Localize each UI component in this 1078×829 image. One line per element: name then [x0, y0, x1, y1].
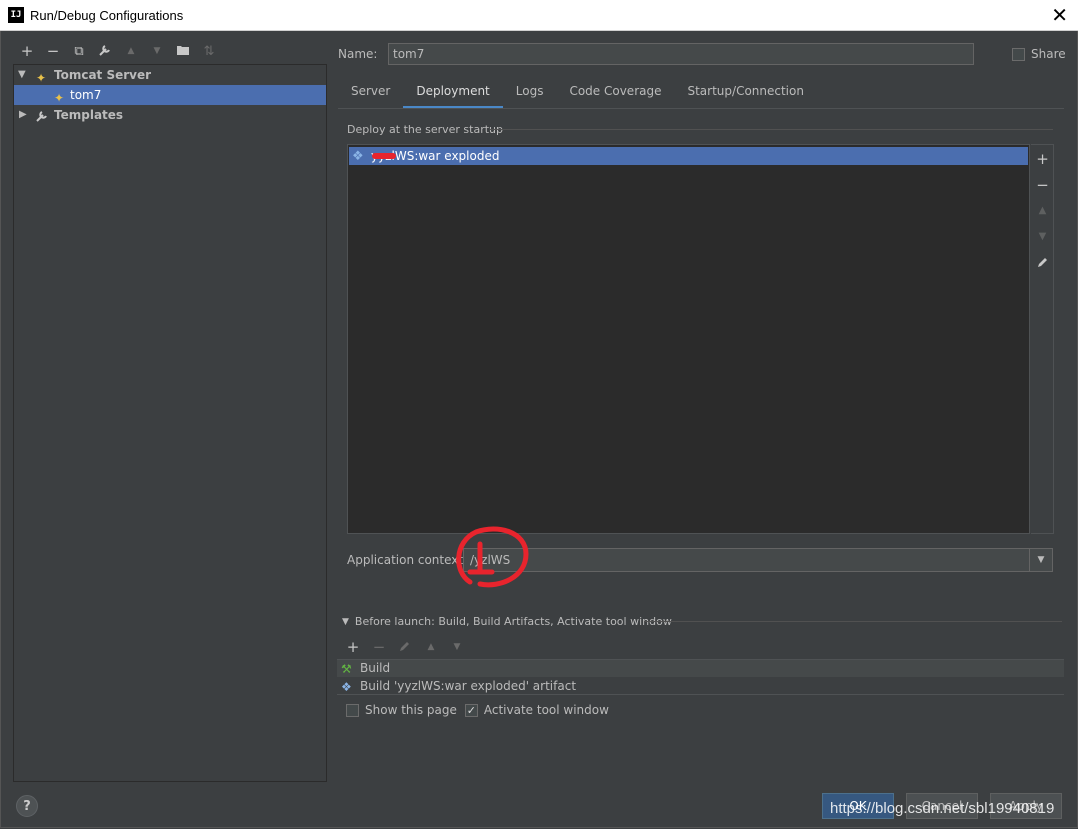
pencil-icon: [1037, 254, 1049, 272]
tab-server[interactable]: Server: [338, 78, 403, 106]
tree-item-tomcat-server[interactable]: ▼ ✦ Tomcat Server: [14, 65, 326, 85]
remove-artifact-button[interactable]: −: [1031, 174, 1054, 196]
chevron-down-icon: ▼: [342, 616, 349, 627]
config-toolbar: + − ⧉ ▲ ▼ ⇅: [14, 40, 222, 62]
name-input[interactable]: [388, 43, 974, 65]
sort-icon: ⇅: [203, 43, 215, 59]
before-launch-list[interactable]: ⚒ Build ❖ Build 'yyzlWS:war exploded' ar…: [337, 659, 1064, 695]
chevron-down-icon[interactable]: ▼: [1029, 549, 1052, 571]
copy-config-button[interactable]: ⧉: [66, 40, 92, 62]
artifact-icon: ❖: [352, 149, 364, 164]
config-tree: ▼ ✦ Tomcat Server ✦ tom7 ▶ Templates: [13, 64, 327, 782]
section-title: Deploy at the server startup: [347, 123, 504, 136]
minus-icon: −: [372, 638, 386, 656]
section-divider: [490, 129, 1053, 130]
minus-icon: −: [1036, 176, 1049, 194]
move-down-button[interactable]: ▼: [144, 40, 170, 62]
before-launch-header[interactable]: ▼ Before launch: Build, Build Artifacts,…: [342, 615, 672, 628]
show-this-page-checkbox[interactable]: [346, 703, 359, 717]
help-button[interactable]: ?: [16, 795, 38, 817]
add-task-button[interactable]: +: [340, 636, 366, 658]
app-context-combobox[interactable]: /yzlWS ▼: [463, 548, 1053, 572]
activate-tool-window-checkbox[interactable]: ✓: [464, 703, 478, 717]
add-config-button[interactable]: +: [14, 40, 40, 62]
wrench-icon: [98, 42, 112, 60]
tab-deployment[interactable]: Deployment: [403, 78, 503, 109]
tab-logs[interactable]: Logs: [503, 78, 557, 106]
list-item[interactable]: ❖ yyzlWS:war exploded: [349, 147, 1028, 165]
before-launch-title: Before launch: Build, Build Artifacts, A…: [354, 615, 672, 628]
apply-button[interactable]: Apply: [990, 793, 1062, 819]
wrench-icon: [36, 108, 49, 128]
hammer-icon: ⚒: [341, 662, 352, 676]
arrow-down-icon: ▼: [1038, 231, 1047, 242]
tree-item-label: Templates: [54, 108, 124, 122]
move-up-button[interactable]: ▲: [418, 636, 444, 658]
remove-config-button[interactable]: −: [40, 40, 66, 62]
title-bar: IJ Run/Debug Configurations ✕: [0, 0, 1078, 31]
pencil-icon: [399, 638, 411, 656]
arrow-down-icon: ▼: [453, 642, 461, 652]
close-icon[interactable]: ✕: [1051, 3, 1068, 27]
before-launch-toolbar: + − ▲ ▼: [340, 636, 470, 658]
list-item-label: Build: [360, 661, 391, 675]
deployment-toolbar: + − ▲ ▼: [1031, 144, 1054, 534]
sort-button[interactable]: ⇅: [196, 40, 222, 62]
tab-startup-connection[interactable]: Startup/Connection: [674, 78, 816, 106]
new-folder-button[interactable]: [170, 40, 196, 62]
copy-icon: ⧉: [74, 43, 84, 59]
move-down-button[interactable]: ▼: [1031, 226, 1054, 248]
plus-icon: +: [20, 42, 34, 60]
tree-item-tom7[interactable]: ✦ tom7: [14, 85, 326, 105]
activate-tool-window-label: Activate tool window: [483, 703, 609, 717]
deployment-list[interactable]: ❖ yyzlWS:war exploded: [347, 144, 1030, 534]
tree-item-templates[interactable]: ▶ Templates: [14, 105, 326, 125]
tab-code-coverage[interactable]: Code Coverage: [556, 78, 674, 106]
list-item[interactable]: ⚒ Build: [337, 660, 1064, 677]
plus-icon: +: [1036, 150, 1049, 168]
arrow-up-icon: ▲: [127, 46, 135, 56]
chevron-right-icon[interactable]: ▶: [19, 105, 27, 125]
plus-icon: +: [346, 638, 360, 656]
activate-tool-window-option[interactable]: ✓ Activate tool window: [464, 703, 609, 717]
remove-task-button[interactable]: −: [366, 636, 392, 658]
move-down-button[interactable]: ▼: [444, 636, 470, 658]
arrow-down-icon: ▼: [153, 46, 161, 56]
red-circle-annotation: [456, 526, 529, 588]
arrow-up-icon: ▲: [1038, 205, 1047, 216]
tab-divider: [338, 108, 1064, 109]
ok-button[interactable]: OK: [822, 793, 894, 819]
launch-options: Show this page ✓ Activate tool window: [346, 703, 617, 717]
chevron-down-icon[interactable]: ▼: [18, 65, 26, 85]
list-item[interactable]: ❖ Build 'yyzlWS:war exploded' artifact: [337, 678, 1064, 695]
folder-icon: [176, 42, 190, 60]
show-this-page-option[interactable]: Show this page: [346, 703, 457, 717]
edit-task-button[interactable]: [392, 636, 418, 658]
move-up-button[interactable]: ▲: [118, 40, 144, 62]
arrow-up-icon: ▲: [427, 642, 435, 652]
artifact-icon: ❖: [341, 680, 352, 694]
intellij-app-icon: IJ: [8, 7, 24, 23]
tree-item-label: Tomcat Server: [54, 68, 152, 82]
share-option[interactable]: Share: [1012, 47, 1066, 61]
cancel-button[interactable]: Cancel: [906, 793, 978, 819]
share-checkbox[interactable]: [1012, 47, 1025, 61]
move-up-button[interactable]: ▲: [1031, 200, 1054, 222]
share-label: Share: [1031, 47, 1066, 61]
window-title: Run/Debug Configurations: [30, 8, 184, 23]
add-artifact-button[interactable]: +: [1031, 148, 1054, 170]
name-label: Name:: [338, 47, 378, 61]
show-this-page-label: Show this page: [365, 703, 457, 717]
list-item-label: Build 'yyzlWS:war exploded' artifact: [360, 679, 577, 693]
section-divider: [644, 621, 1062, 622]
redaction-mark: [372, 153, 396, 159]
tree-item-label: tom7: [70, 88, 102, 102]
tab-bar: Server Deployment Logs Code Coverage Sta…: [338, 78, 817, 109]
minus-icon: −: [46, 42, 60, 60]
edit-defaults-button[interactable]: [92, 40, 118, 62]
edit-artifact-button[interactable]: [1031, 252, 1054, 274]
